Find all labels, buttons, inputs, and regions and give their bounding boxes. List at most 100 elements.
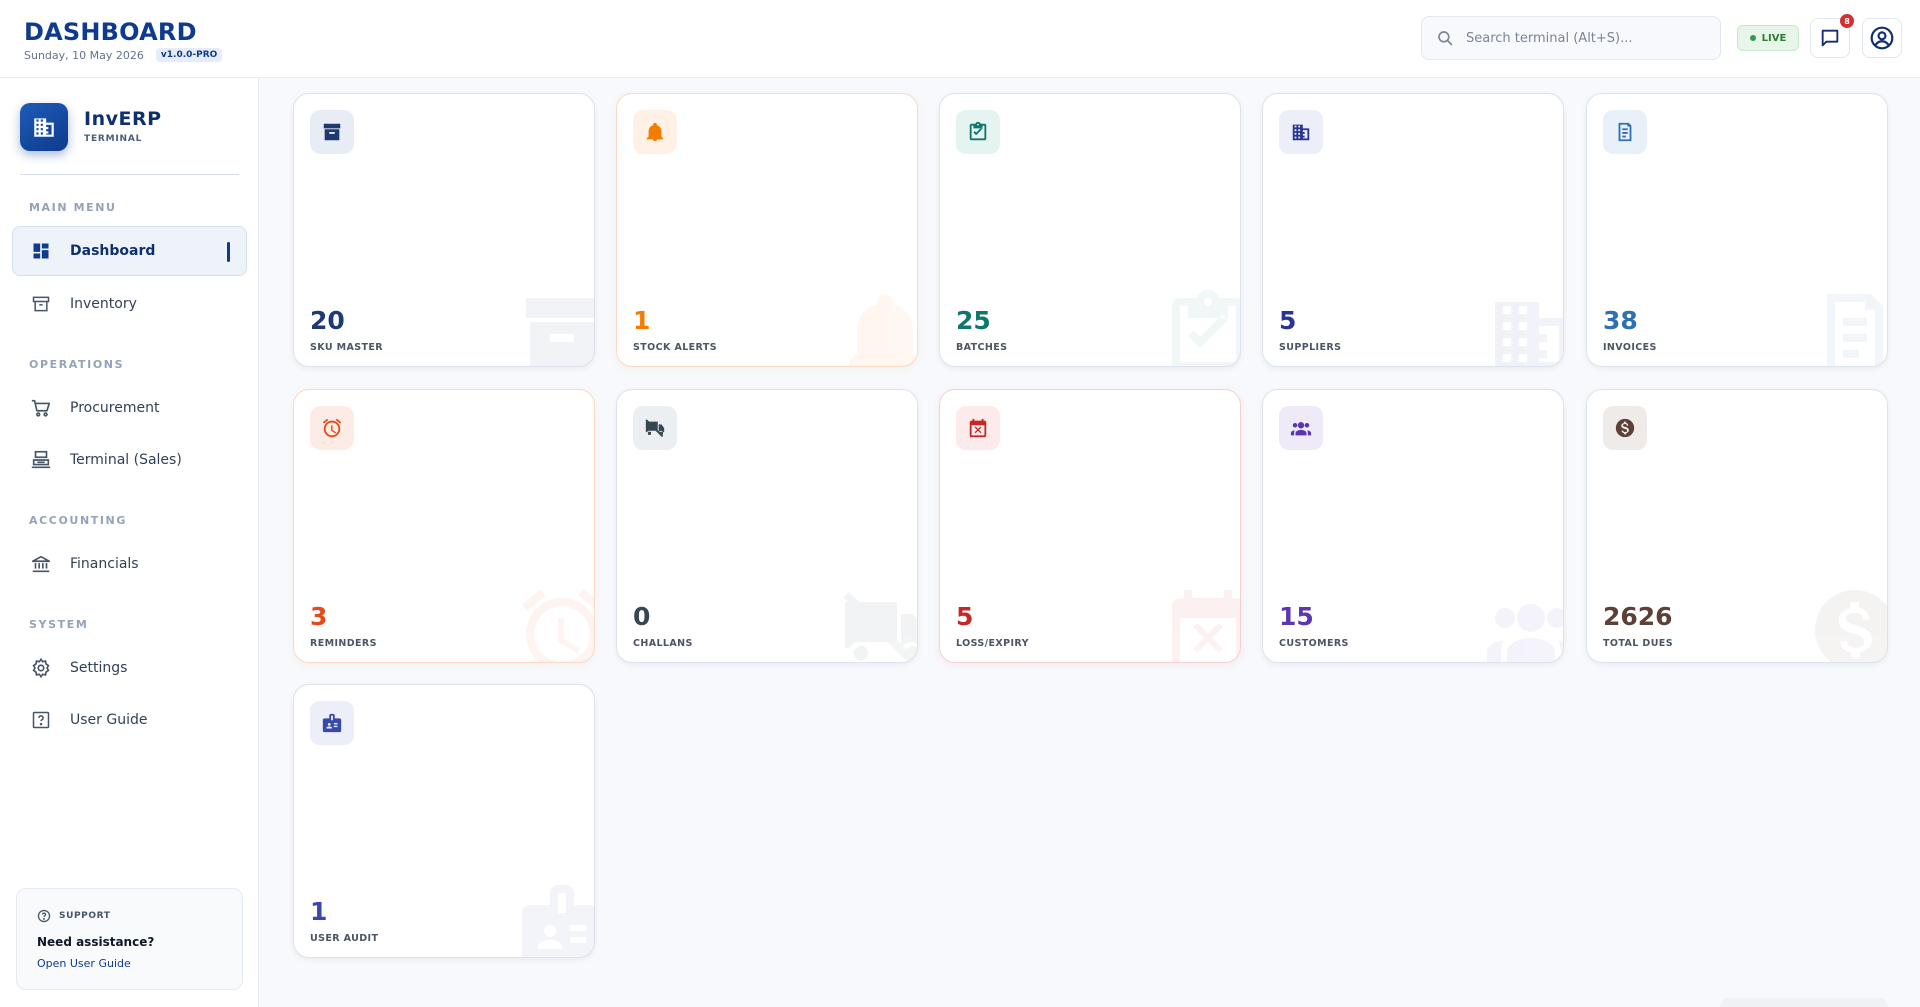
stat-card-customers[interactable]: 15 CUSTOMERS: [1262, 389, 1564, 663]
stat-card-challans[interactable]: 0 CHALLANS: [616, 389, 918, 663]
card-icon-box: [633, 406, 677, 450]
card-label: BATCHES: [956, 342, 1008, 353]
gear-icon: [30, 657, 52, 679]
live-label: LIVE: [1761, 32, 1787, 44]
badge-icon: [321, 712, 343, 734]
building-icon: [1290, 121, 1312, 143]
sidebar-item-label: Financials: [70, 556, 139, 572]
card-icon-box: [1603, 406, 1647, 450]
live-status-badge: LIVE: [1737, 25, 1799, 51]
archive-icon: [30, 293, 52, 315]
sidebar-item-label: Dashboard: [70, 243, 156, 259]
card-label: LOSS/EXPIRY: [956, 638, 1029, 649]
receipt-icon: [1614, 121, 1636, 143]
card-icon-box: [1279, 110, 1323, 154]
section-label-accounting: ACCOUNTING: [29, 514, 127, 527]
sidebar-item-label: User Guide: [70, 712, 148, 728]
stat-card-stock-alerts[interactable]: 1 STOCK ALERTS: [616, 93, 918, 367]
card-value: 5: [1279, 306, 1297, 335]
card-value: 5: [956, 602, 974, 631]
card-label: SUPPLIERS: [1279, 342, 1342, 353]
card-label: SKU MASTER: [310, 342, 383, 353]
sidebar-item-procurement[interactable]: Procurement: [12, 383, 247, 433]
stat-card-batches[interactable]: 25 BATCHES: [939, 93, 1241, 367]
dollar-circle-icon: [1807, 582, 1888, 663]
sidebar-item-label: Inventory: [70, 296, 137, 312]
sidebar-item-label: Terminal (Sales): [70, 452, 182, 468]
brand-logo[interactable]: [20, 103, 68, 151]
stat-card-user-audit[interactable]: 1 USER AUDIT: [293, 684, 595, 958]
section-label-main-menu: MAIN MENU: [29, 201, 117, 214]
stat-card-suppliers[interactable]: 5 SUPPLIERS: [1262, 93, 1564, 367]
sidebar-item-inventory[interactable]: Inventory: [12, 279, 247, 329]
stat-card-invoices[interactable]: 38 INVOICES: [1586, 93, 1888, 367]
card-value: 0: [633, 602, 651, 631]
sidebar-item-dashboard[interactable]: Dashboard: [12, 226, 247, 276]
active-indicator: [227, 242, 230, 262]
help-circle-icon: [37, 909, 51, 923]
sidebar-item-label: Settings: [70, 660, 128, 676]
archive-icon: [514, 286, 595, 367]
stat-card-total-dues[interactable]: 2626 TOTAL DUES: [1586, 389, 1888, 663]
receipt-icon: [1807, 286, 1888, 367]
brand-name: InvERP: [84, 108, 162, 130]
version-badge: v1.0.0-PRO: [155, 48, 223, 62]
bell-icon: [837, 286, 918, 367]
card-label: INVOICES: [1603, 342, 1657, 353]
sidebar-item-financials[interactable]: Financials: [12, 539, 247, 589]
search-icon: [1438, 31, 1453, 46]
profile-button[interactable]: [1862, 18, 1902, 58]
badge-icon: [514, 877, 595, 958]
support-card: SUPPORT Need assistance? Open User Guide: [16, 888, 243, 990]
card-icon-box: [633, 110, 677, 154]
card-label: STOCK ALERTS: [633, 342, 717, 353]
building-icon: [34, 118, 54, 137]
clipboard-check-icon: [967, 121, 989, 143]
scroll-to-top-stub[interactable]: [1720, 998, 1888, 1007]
clipboard-check-icon: [1160, 286, 1241, 367]
search-input[interactable]: [1466, 30, 1706, 46]
truck-off-icon: [644, 417, 666, 439]
search-box[interactable]: [1421, 16, 1721, 60]
card-value: 15: [1279, 602, 1314, 631]
stat-card-reminders[interactable]: 3 REMINDERS: [293, 389, 595, 663]
help-box-icon: [30, 709, 52, 731]
stat-card-sku-master[interactable]: 20 SKU MASTER: [293, 93, 595, 367]
card-value: 25: [956, 306, 991, 335]
sidebar: InvERP TERMINAL MAIN MENU Dashboard Inve…: [0, 78, 259, 1007]
cart-icon: [30, 397, 52, 419]
open-user-guide-link[interactable]: Open User Guide: [37, 957, 131, 970]
user-circle-icon: [1870, 26, 1894, 50]
card-value: 1: [633, 306, 651, 335]
truck-off-icon: [837, 582, 918, 663]
notification-count-badge: 8: [1840, 14, 1854, 28]
building-icon: [1483, 286, 1564, 367]
card-label: USER AUDIT: [310, 933, 379, 944]
support-label: SUPPORT: [59, 911, 111, 921]
support-question: Need assistance?: [37, 935, 155, 949]
card-icon-box: [956, 110, 1000, 154]
sidebar-item-label: Procurement: [70, 400, 160, 416]
card-icon-box: [310, 406, 354, 450]
brand-subtitle: TERMINAL: [84, 134, 143, 144]
messages-button[interactable]: 8: [1810, 14, 1854, 58]
card-label: REMINDERS: [310, 638, 377, 649]
people-icon: [1483, 582, 1564, 663]
card-label: CUSTOMERS: [1279, 638, 1349, 649]
card-icon-box: [1603, 110, 1647, 154]
current-date: Sunday, 10 May 2026: [24, 48, 144, 62]
people-icon: [1290, 417, 1312, 439]
bank-icon: [30, 553, 52, 575]
alarm-icon: [514, 582, 595, 663]
calendar-x-icon: [1160, 582, 1241, 663]
sidebar-item-settings[interactable]: Settings: [12, 643, 247, 693]
sidebar-item-terminal-sales[interactable]: Terminal (Sales): [12, 435, 247, 485]
page-title: DASHBOARD: [24, 18, 197, 46]
card-icon-box: [310, 110, 354, 154]
register-icon: [30, 449, 52, 471]
stat-card-loss-expiry[interactable]: 5 LOSS/EXPIRY: [939, 389, 1241, 663]
top-header: DASHBOARD Sunday, 10 May 2026 v1.0.0-PRO…: [0, 0, 1920, 78]
card-icon-box: [956, 406, 1000, 450]
header-subline: Sunday, 10 May 2026 v1.0.0-PRO: [24, 48, 223, 62]
sidebar-item-user-guide[interactable]: User Guide: [12, 695, 247, 745]
